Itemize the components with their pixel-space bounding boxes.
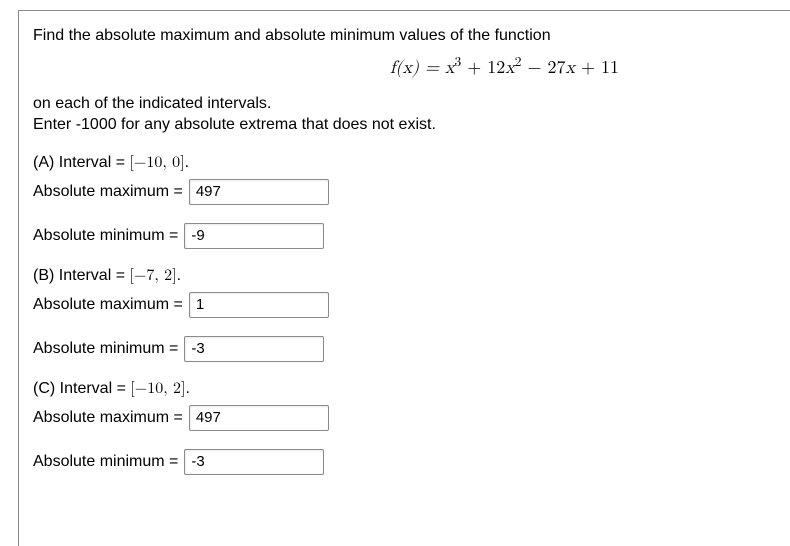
part-a-min-label: Absolute minimum = <box>33 227 178 245</box>
equation-lhs: f(x) = <box>390 59 445 77</box>
part-a-max-line: Absolute maximum = <box>33 179 776 205</box>
eq-plus2: + 11 <box>575 59 619 77</box>
part-a-min-line: Absolute minimum = <box>33 223 776 249</box>
part-c-min-line: Absolute minimum = <box>33 449 776 475</box>
part-a-label: (A) Interval = <box>33 154 129 171</box>
part-b-min-label: Absolute minimum = <box>33 340 178 358</box>
part-a-max-label: Absolute maximum = <box>33 183 183 201</box>
part-c-min-label: Absolute minimum = <box>33 453 178 471</box>
part-a-max-input[interactable] <box>189 179 329 205</box>
part-a-interval: [−10, 0] <box>129 155 184 171</box>
eq-x3: x <box>565 59 575 77</box>
question-intro: Find the absolute maximum and absolute m… <box>33 25 776 47</box>
part-c-interval-line: (C) Interval = [−10, 2]. <box>33 380 776 399</box>
eq-minus: − 27 <box>522 59 566 77</box>
part-c-max-label: Absolute maximum = <box>33 409 183 427</box>
on-intervals-text: on each of the indicated intervals. <box>33 95 271 112</box>
part-b-interval: [−7, 2] <box>129 268 176 284</box>
part-b-min-input[interactable] <box>184 336 324 362</box>
part-c-label: (C) Interval = <box>33 380 130 397</box>
part-b-label: (B) Interval = <box>33 267 129 284</box>
part-b-max-label: Absolute maximum = <box>33 296 183 314</box>
eq-x1: x <box>445 59 455 77</box>
interval-instructions: on each of the indicated intervals. Ente… <box>33 93 776 136</box>
part-b-max-line: Absolute maximum = <box>33 292 776 318</box>
part-c-dot: . <box>185 380 189 397</box>
question-container: Find the absolute maximum and absolute m… <box>18 10 790 546</box>
function-equation: f(x) = x3 + 12x2 − 27x + 11 <box>33 57 776 79</box>
part-c-interval: [−10, 2] <box>130 381 185 397</box>
part-c-min-input[interactable] <box>184 449 324 475</box>
part-a-dot: . <box>185 154 189 171</box>
eq-plus1: + 12 <box>461 59 505 77</box>
eq-x2: x <box>505 59 515 77</box>
part-c-max-input[interactable] <box>189 405 329 431</box>
part-b-min-line: Absolute minimum = <box>33 336 776 362</box>
part-a-min-input[interactable] <box>184 223 324 249</box>
part-b-dot: . <box>177 267 181 284</box>
enter-instruction: Enter -1000 for any absolute extrema tha… <box>33 116 436 133</box>
part-b-max-input[interactable] <box>189 292 329 318</box>
eq-exp2: 2 <box>515 55 522 69</box>
part-c-max-line: Absolute maximum = <box>33 405 776 431</box>
part-a-interval-line: (A) Interval = [−10, 0]. <box>33 154 776 173</box>
part-b-interval-line: (B) Interval = [−7, 2]. <box>33 267 776 286</box>
